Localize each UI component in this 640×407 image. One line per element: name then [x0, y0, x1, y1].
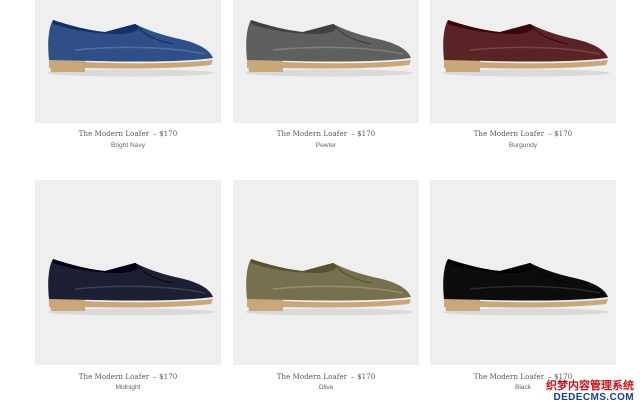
product-card-bright-navy[interactable]: The Modern Loafer – $170 Bright Navy — [35, 0, 221, 158]
loafer-image — [442, 20, 610, 77]
loafer-image — [442, 259, 610, 316]
loafer-image — [47, 259, 215, 316]
watermark-text-en: DEDECMS.COM — [553, 392, 634, 403]
product-name[interactable]: The Modern Loafer – $170 — [233, 373, 419, 381]
product-color: Burgundy — [508, 142, 538, 149]
product-image[interactable] — [430, 180, 616, 365]
product-name[interactable]: The Modern Loafer – $170 — [35, 130, 221, 138]
product-name[interactable]: The Modern Loafer – $170 — [233, 130, 419, 138]
product-name[interactable]: The Modern Loafer – $170 — [35, 373, 221, 381]
product-card-pewter[interactable]: The Modern Loafer – $170 Pewter — [233, 0, 419, 158]
site-watermark: 织梦内容管理系统 DEDECMS.COM — [546, 380, 634, 403]
product-image[interactable] — [35, 180, 221, 365]
product-image[interactable] — [35, 0, 221, 123]
product-color: Midnight — [115, 384, 141, 391]
product-card-burgundy[interactable]: The Modern Loafer – $170 Burgundy — [430, 0, 616, 158]
product-name[interactable]: The Modern Loafer – $170 — [430, 130, 616, 138]
product-image[interactable] — [233, 180, 419, 365]
loafer-image — [245, 259, 413, 316]
product-color: Olive — [318, 384, 334, 391]
product-color: Pewter — [315, 142, 337, 149]
product-image[interactable] — [430, 0, 616, 123]
loafer-image — [47, 20, 215, 77]
product-color: Bright Navy — [110, 142, 146, 149]
product-card-olive[interactable]: The Modern Loafer – $170 Olive — [233, 180, 419, 395]
product-card-midnight[interactable]: The Modern Loafer – $170 Midnight — [35, 180, 221, 395]
product-image[interactable] — [233, 0, 419, 123]
product-card-black[interactable]: The Modern Loafer – $170 Black — [430, 180, 616, 395]
watermark-text-cn: 织梦内容管理系统 — [546, 379, 634, 392]
loafer-image — [245, 20, 413, 77]
